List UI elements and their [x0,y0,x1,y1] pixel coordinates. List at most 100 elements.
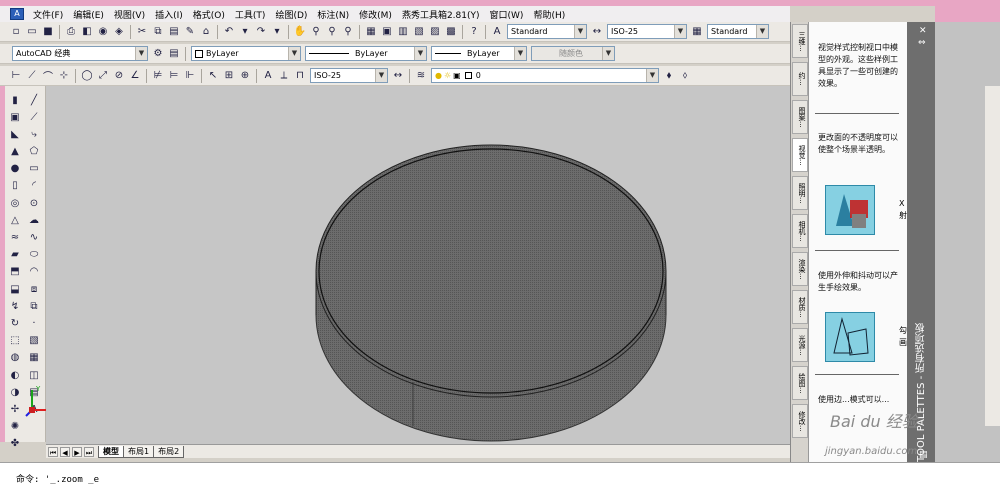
pan-icon[interactable]: ✋ [293,25,307,39]
arc-icon[interactable]: ◜ [27,179,41,193]
jogged-dim-icon[interactable]: ⤢ [96,69,110,83]
palette-tab-lights[interactable]: 光源... [792,328,808,362]
region-icon[interactable]: ◫ [27,368,41,382]
make-current-layer-icon[interactable]: ⬧ [662,69,676,83]
cylinder-icon[interactable]: ▯ [8,179,22,193]
menu-modify[interactable]: 修改(M) [354,8,397,21]
palette-tab-draw[interactable]: 绘图... [792,366,808,400]
menu-edit[interactable]: 编辑(E) [68,8,109,21]
dim-style-select-2[interactable]: ISO-25 ▼ [310,68,388,83]
copy-icon[interactable]: ⧉ [151,25,165,39]
construction-line-icon[interactable]: ⟋ [27,110,41,124]
dim-update-icon[interactable]: ⊓ [293,69,307,83]
app-icon[interactable]: A [10,8,24,20]
quick-dim-icon[interactable]: ⊭ [151,69,165,83]
menu-help[interactable]: 帮助(H) [528,8,570,21]
zoom-window-icon[interactable]: ⚲ [325,25,339,39]
diameter-dim-icon[interactable]: ⊘ [112,69,126,83]
circle-icon[interactable]: ⊙ [27,196,41,210]
line-icon[interactable]: ╱ [27,93,41,107]
aligned-dim-icon[interactable]: ⟋ [25,69,39,83]
xray-visual-style-tool[interactable] [825,185,875,235]
plot-style-select[interactable]: 随颜色 ▼ [531,46,615,61]
last-tab-icon[interactable]: ⏭ [84,446,94,457]
new-icon[interactable]: ▫ [9,25,23,39]
make-block-icon[interactable]: ⧉ [27,299,41,313]
intersect-icon[interactable]: ◑ [8,385,22,399]
palette-tab-hatch[interactable]: 图案... [792,100,808,134]
properties-icon[interactable]: ▦ [364,25,378,39]
spline-icon[interactable]: ∿ [27,231,41,245]
open-icon[interactable]: ▭ [25,25,39,39]
menu-yanxiu[interactable]: 燕秀工具箱2.81(Y) [397,8,485,21]
menu-format[interactable]: 格式(O) [188,8,230,21]
planar-surface-icon[interactable]: ▰ [8,248,22,262]
menu-view[interactable]: 视图(V) [109,8,150,21]
layers-icon[interactable]: ≋ [414,69,428,83]
menu-draw[interactable]: 绘图(D) [270,8,312,21]
rectangle-icon[interactable]: ▭ [27,162,41,176]
hatch-icon[interactable]: ▧ [27,334,41,348]
revision-cloud-icon[interactable]: ☁ [27,213,41,227]
tab-model[interactable]: 模型 [98,445,124,458]
next-tab-icon[interactable]: ▶ [72,446,82,457]
polygon-icon[interactable]: ⬠ [27,145,41,159]
ellipse-icon[interactable]: ⬭ [27,248,41,262]
palette-tab-visual-styles[interactable]: 视觉... [792,138,808,172]
tool-palettes-icon[interactable]: ▥ [396,25,410,39]
box-icon[interactable]: ▣ [8,110,22,124]
angular-dim-icon[interactable]: ∠ [128,69,142,83]
workspace-settings-icon[interactable]: ⚙ [151,47,165,61]
workspace-select[interactable]: AutoCAD 经典 ▼ [12,46,148,61]
zoom-realtime-icon[interactable]: ⚲ [309,25,323,39]
dim-text-edit-icon[interactable]: ⟂ [277,69,291,83]
arc-length-icon[interactable]: ⌒ [41,69,55,83]
extrude-icon[interactable]: ⬒ [8,265,22,279]
gradient-icon[interactable]: ▦ [27,351,41,365]
sketchy-visual-style-tool[interactable] [825,312,875,362]
sweep-icon[interactable]: ↯ [8,299,22,313]
palette-tab-lighting[interactable]: 照明... [792,176,808,210]
sphere-icon[interactable]: ● [8,162,22,176]
tab-layout2[interactable]: 布局2 [153,445,185,458]
pyramid-icon[interactable]: △ [8,213,22,227]
print-icon[interactable]: ⎙ [64,25,78,39]
text-style-select[interactable]: Standard ▼ [507,24,587,39]
cut-icon[interactable]: ✂ [135,25,149,39]
layer-manager-icon[interactable]: ▤ [167,47,181,61]
revolve-icon[interactable]: ↻ [8,316,22,330]
palette-tab-render[interactable]: 渲染... [792,252,808,286]
menu-tools[interactable]: 工具(T) [230,8,271,21]
palette-tab-constraints[interactable]: 约... [792,62,808,96]
polysolid-icon[interactable]: ▮ [8,93,22,107]
design-center-icon[interactable]: ▣ [380,25,394,39]
help-icon[interactable]: ? [467,25,481,39]
center-mark-icon[interactable]: ⊕ [238,69,252,83]
3d-align-icon[interactable]: ✤ [8,437,22,451]
dim-style-select[interactable]: ISO-25 ▼ [607,24,687,39]
layer-previous-icon[interactable]: ⬨ [678,69,692,83]
point-icon[interactable]: · [27,316,41,330]
menu-file[interactable]: 文件(F) [28,8,68,21]
continue-dim-icon[interactable]: ⊩ [183,69,197,83]
tolerance-icon[interactable]: ⊞ [222,69,236,83]
save-icon[interactable]: ■ [41,25,55,39]
calculator-icon[interactable]: ▩ [444,25,458,39]
dim-style-manager-icon[interactable]: ↔ [391,69,405,83]
insert-block-icon[interactable]: ⧈ [27,282,41,296]
prev-tab-icon[interactable]: ◀ [60,446,70,457]
match-properties-icon[interactable]: ✎ [183,25,197,39]
cone-icon[interactable]: ▲ [8,145,22,159]
palette-tab-camera[interactable]: 相机... [792,214,808,248]
sheet-set-icon[interactable]: ▧ [412,25,426,39]
torus-icon[interactable]: ◎ [8,196,22,210]
menu-dimension[interactable]: 标注(N) [312,8,354,21]
preview-icon[interactable]: ◧ [80,25,94,39]
baseline-dim-icon[interactable]: ⊨ [167,69,181,83]
layer-select[interactable]: ● ☼ ▣ 0 ▼ [431,68,659,83]
lineweight-select[interactable]: ByLayer ▼ [431,46,527,61]
subtract-icon[interactable]: ◐ [8,368,22,382]
color-select[interactable]: ByLayer ▼ [191,46,301,61]
leader-icon[interactable]: ↖ [206,69,220,83]
publish-icon[interactable]: ◉ [96,25,110,39]
